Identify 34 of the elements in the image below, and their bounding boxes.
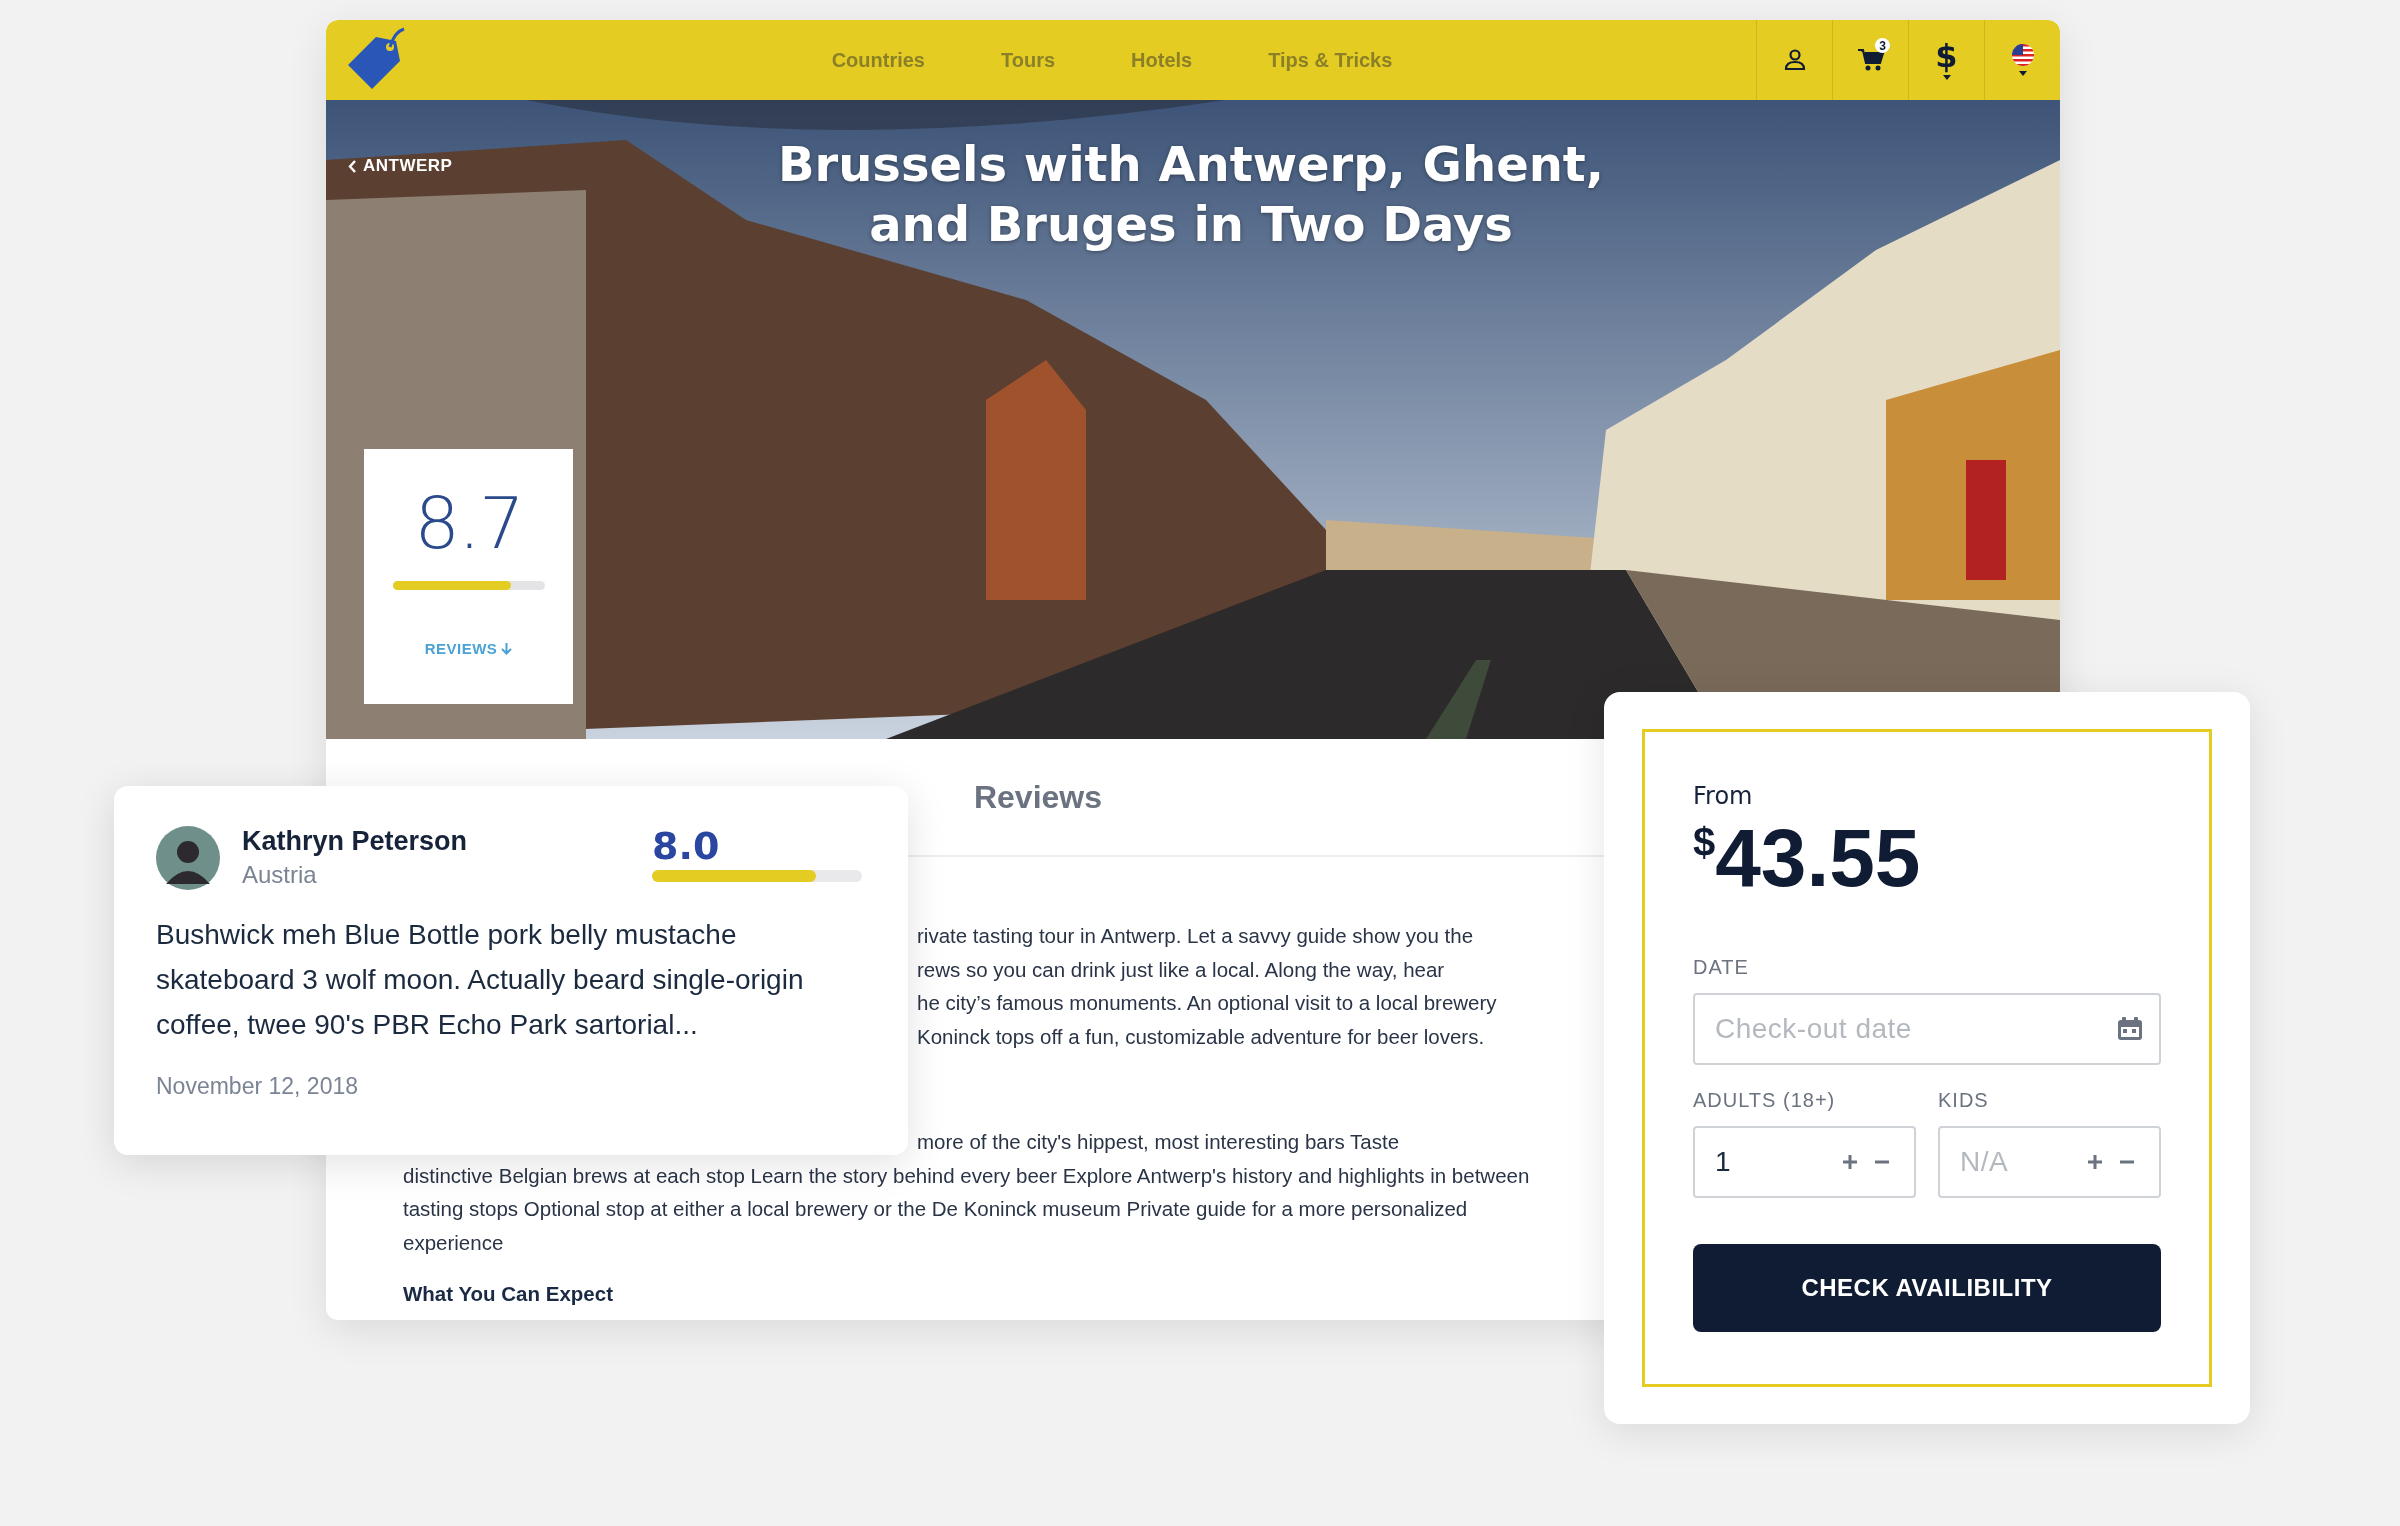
review-score: 8.0 [652, 826, 721, 866]
reviewer-country: Austria [242, 861, 318, 889]
field-label: DATE [1693, 956, 1750, 979]
caret-icon [2018, 71, 2027, 76]
review-date: November 12, 2018 [156, 1073, 359, 1100]
kids-field[interactable]: N/A [1938, 1126, 2161, 1198]
chevron-left-icon [348, 159, 357, 173]
avatar [156, 826, 220, 890]
adults-field[interactable]: 1 [1693, 1126, 1916, 1198]
price: 43.55 [1715, 812, 1921, 904]
plus-icon [1842, 1154, 1858, 1170]
page-title: Brussels with Antwerp, Ghent, and Bruges in Two Days [776, 135, 1606, 254]
reviewer-name: Kathryn Peterson [242, 826, 469, 857]
description-text: distinctive Belgian brews at each stop Learn the story behind every beer Explore Antwerp's history and highlights in between tasting stops Optional stop at either a local brewery or the De Koninck museum Private guide for a more personalized experience [403, 1162, 1531, 1256]
review-text: Bushwick meh Blue Bottle pork belly mustache skateboard 3 wolf moon. Actually beard single-origin coffee, twee 90's PBR Echo Park sartorial... [156, 918, 805, 1042]
description-text: rivate tasting tour in Antwerp. Let a savvy guide show you the rews so you can drink just like a local. Along the way, hear he city’s famous monuments. An optional visit to a local brewery Koninck tops off a fun, customizable adventure for beer lovers. [917, 923, 1497, 1050]
calendar-icon[interactable] [2117, 1017, 2143, 1041]
caret-icon [1942, 74, 1951, 80]
field-label: ADULTS (18+) [1693, 1089, 1837, 1112]
rating-score: 8.7 [414, 487, 523, 559]
field-label: KIDS [1938, 1089, 1990, 1112]
date-field[interactable]: Check-out date [1693, 993, 2161, 1065]
description-text: more of the city's hippest, most interesting bars Taste [917, 1129, 1400, 1155]
plus-icon [2087, 1154, 2103, 1170]
check-availability-button[interactable]: CHECK AVAILIBILITY [1693, 1244, 2161, 1332]
user-icon [1783, 49, 1806, 71]
price-label: From [1693, 782, 1754, 810]
section-subheading: What You Can Expect [403, 1281, 614, 1307]
reviews-heading: Reviews [973, 778, 1103, 816]
currency-symbol: $ [1693, 820, 1716, 864]
cart-count-badge: 3 [1875, 38, 1890, 53]
arrow-down-icon [501, 642, 513, 655]
back-link[interactable]: ANTWERP [348, 156, 453, 176]
cart-icon [1856, 48, 1885, 72]
